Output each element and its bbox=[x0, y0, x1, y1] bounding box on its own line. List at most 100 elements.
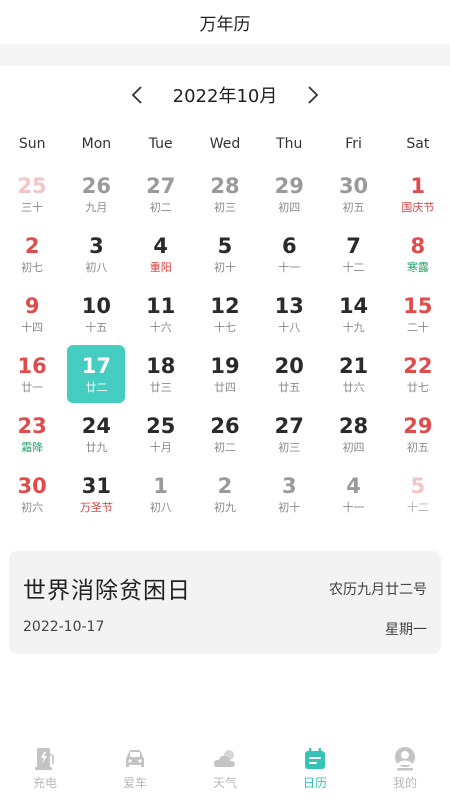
calendar-day-cell[interactable]: 20 廿五 bbox=[257, 344, 321, 404]
calendar-day-cell[interactable]: 17 廿二 bbox=[64, 344, 128, 404]
calendar-day-cell[interactable]: 6 十一 bbox=[257, 224, 321, 284]
day-number: 21 bbox=[338, 353, 369, 378]
day-number: 14 bbox=[338, 293, 369, 318]
lunar-date-label: 廿三 bbox=[149, 380, 172, 394]
day-number: 25 bbox=[146, 413, 176, 438]
calendar-day-cell[interactable]: 23 霜降 bbox=[0, 404, 64, 464]
day-number: 28 bbox=[338, 413, 369, 438]
calendar-day-cell[interactable]: 25 十月 bbox=[129, 404, 193, 464]
lunar-date-label: 初六 bbox=[21, 500, 44, 514]
day-number: 13 bbox=[274, 293, 304, 318]
day-number: 24 bbox=[81, 413, 112, 438]
calendar-day-cell[interactable]: 4 重阳 bbox=[129, 224, 193, 284]
prev-month-button[interactable] bbox=[127, 85, 147, 105]
calendar-day-cell[interactable]: 16 廿一 bbox=[0, 344, 64, 404]
lunar-date-label: 廿四 bbox=[213, 380, 236, 394]
calendar-day-cell[interactable]: 29 初四 bbox=[257, 164, 321, 224]
day-number: 26 bbox=[210, 413, 240, 438]
calendar-day-cell[interactable]: 25 三十 bbox=[0, 164, 64, 224]
calendar-day-cell[interactable]: 2 初九 bbox=[193, 464, 257, 524]
calendar-day-cell[interactable]: 12 十七 bbox=[193, 284, 257, 344]
calendar-day-cell[interactable]: 4 十一 bbox=[321, 464, 385, 524]
day-number: 31 bbox=[81, 473, 112, 498]
day-number: 10 bbox=[81, 293, 112, 318]
calendar-day-cell[interactable]: 15 二十 bbox=[386, 284, 450, 344]
calendar-day-cell[interactable]: 5 十二 bbox=[386, 464, 450, 524]
divider-band bbox=[0, 44, 450, 66]
lunar-date-label: 廿七 bbox=[406, 380, 429, 394]
lunar-date-label: 十一 bbox=[342, 500, 365, 514]
calendar-day-cell[interactable]: 27 初三 bbox=[257, 404, 321, 464]
calendar-day-cell[interactable]: 27 初二 bbox=[129, 164, 193, 224]
calendar-day-cell[interactable]: 13 十八 bbox=[257, 284, 321, 344]
lunar-date-label: 初九 bbox=[213, 500, 236, 514]
lunar-date-label: 国庆节 bbox=[401, 200, 435, 214]
lunar-date-label: 初十 bbox=[278, 500, 301, 514]
lunar-date-label: 廿五 bbox=[278, 380, 301, 394]
tab-weather[interactable]: 天气 bbox=[180, 744, 270, 800]
next-month-button[interactable] bbox=[303, 85, 323, 105]
calendar-day-cell[interactable]: 2 初七 bbox=[0, 224, 64, 284]
tab-charging[interactable]: 充电 bbox=[0, 744, 90, 800]
calendar-day-cell[interactable]: 8 寒露 bbox=[386, 224, 450, 284]
calendar-day-cell[interactable]: 7 十二 bbox=[321, 224, 385, 284]
chevron-right-icon bbox=[308, 86, 319, 104]
calendar-day-cell[interactable]: 24 廿九 bbox=[64, 404, 128, 464]
lunar-date-label: 十二 bbox=[342, 260, 365, 274]
day-number: 26 bbox=[81, 173, 112, 198]
day-number: 22 bbox=[403, 353, 433, 378]
day-number: 18 bbox=[146, 353, 176, 378]
calendar-day-cell[interactable]: 3 初十 bbox=[257, 464, 321, 524]
month-navigation: 2022年10月 bbox=[0, 66, 450, 124]
day-number: 2 bbox=[217, 473, 233, 498]
lunar-date-label: 十九 bbox=[342, 320, 365, 334]
calendar-day-cell[interactable]: 26 初二 bbox=[193, 404, 257, 464]
calendar-day-cell[interactable]: 18 廿三 bbox=[129, 344, 193, 404]
tab-car[interactable]: 爱车 bbox=[90, 744, 180, 800]
lunar-date-label: 十月 bbox=[149, 440, 172, 454]
lunar-date-label: 初八 bbox=[149, 500, 172, 514]
calendar-day-cell[interactable]: 9 十四 bbox=[0, 284, 64, 344]
calendar-day-cell[interactable]: 22 廿七 bbox=[386, 344, 450, 404]
calendar-day-cell[interactable]: 21 廿六 bbox=[321, 344, 385, 404]
tab-profile[interactable]: 我的 bbox=[360, 744, 450, 800]
tab-calendar[interactable]: 日历 bbox=[270, 744, 360, 800]
month-label: 2022年10月 bbox=[172, 86, 278, 107]
lunar-date-label: 初五 bbox=[406, 440, 429, 454]
lunar-date-label: 初五 bbox=[342, 200, 365, 214]
calendar-day-cell[interactable]: 30 初五 bbox=[321, 164, 385, 224]
event-date: 2022-10-17 bbox=[23, 619, 105, 635]
user-icon bbox=[395, 747, 415, 771]
calendar-day-cell[interactable]: 11 十六 bbox=[129, 284, 193, 344]
weekday-label: Sat bbox=[406, 136, 430, 152]
calendar-day-cell[interactable]: 5 初十 bbox=[193, 224, 257, 284]
calendar-day-cell[interactable]: 1 国庆节 bbox=[386, 164, 450, 224]
lunar-date-label: 重阳 bbox=[149, 260, 172, 274]
lunar-date-label: 万圣节 bbox=[79, 500, 113, 514]
calendar-day-cell[interactable]: 1 初八 bbox=[129, 464, 193, 524]
lunar-date-label: 霜降 bbox=[21, 440, 44, 454]
lunar-date-label: 初二 bbox=[149, 200, 172, 214]
day-number: 29 bbox=[403, 413, 433, 438]
lunar-date-label: 廿二 bbox=[85, 380, 108, 394]
calendar-day-cell[interactable]: 26 九月 bbox=[64, 164, 128, 224]
calendar-day-cell[interactable]: 14 十九 bbox=[321, 284, 385, 344]
calendar-day-cell[interactable]: 29 初五 bbox=[386, 404, 450, 464]
calendar-day-cell[interactable]: 3 初八 bbox=[64, 224, 128, 284]
calendar-day-cell[interactable]: 28 初四 bbox=[321, 404, 385, 464]
weekday-label: Mon bbox=[81, 136, 112, 152]
lunar-date-label: 寒露 bbox=[406, 260, 429, 274]
tab-label: 我的 bbox=[392, 776, 417, 790]
day-number: 9 bbox=[24, 293, 40, 318]
calendar-day-cell[interactable]: 30 初六 bbox=[0, 464, 64, 524]
calendar-day-cell[interactable]: 10 十五 bbox=[64, 284, 128, 344]
day-number: 16 bbox=[17, 353, 47, 378]
lunar-date-label: 十六 bbox=[149, 320, 172, 334]
calendar-day-cell[interactable]: 31 万圣节 bbox=[64, 464, 128, 524]
day-number: 1 bbox=[410, 173, 426, 198]
lunar-date-label: 廿九 bbox=[85, 440, 108, 454]
calendar-day-cell[interactable]: 28 初三 bbox=[193, 164, 257, 224]
event-card[interactable]: 世界消除贫困日 农历九月廿二号 2022-10-17 星期一 bbox=[9, 551, 441, 654]
chevron-left-icon bbox=[131, 86, 142, 104]
calendar-day-cell[interactable]: 19 廿四 bbox=[193, 344, 257, 404]
